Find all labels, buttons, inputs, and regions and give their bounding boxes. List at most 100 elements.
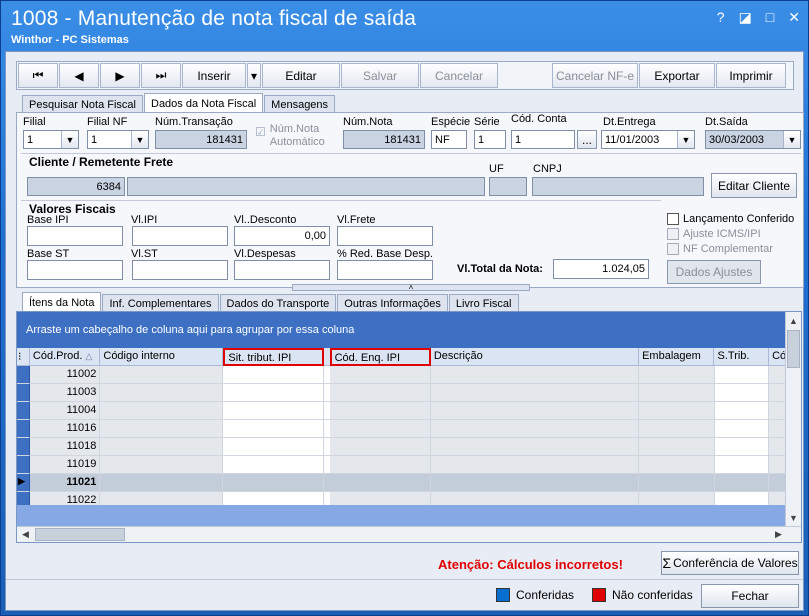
table-row[interactable]: 11016 xyxy=(17,420,787,438)
uf-field[interactable] xyxy=(489,177,527,196)
exportar-button[interactable]: Exportar xyxy=(639,63,715,88)
num-nota-auto-checkbox[interactable]: ☑ Núm.Nota Automático xyxy=(255,123,335,149)
row-indicator[interactable] xyxy=(17,456,30,474)
cell-cod-prod[interactable]: 11002 xyxy=(29,366,101,384)
tab-pesquisar[interactable]: Pesquisar Nota Fiscal xyxy=(22,95,143,113)
table-cell[interactable] xyxy=(223,402,324,420)
vl-frete-field[interactable] xyxy=(337,226,433,246)
tab-dados-nota[interactable]: Dados da Nota Fiscal xyxy=(144,93,264,113)
cod-conta-lookup-button[interactable]: ... xyxy=(577,130,597,149)
salvar-button[interactable]: Salvar xyxy=(341,63,419,88)
vl-st-field[interactable] xyxy=(132,260,228,280)
table-row[interactable]: ▶ 11021 xyxy=(17,474,787,492)
table-cell[interactable] xyxy=(223,438,324,456)
table-cell[interactable] xyxy=(100,384,224,402)
vertical-scrollbar[interactable]: ▲ ▼ xyxy=(785,312,801,528)
cell-cod-prod[interactable]: 11004 xyxy=(29,402,101,420)
row-indicator[interactable] xyxy=(17,402,30,420)
conferencia-valores-button[interactable]: Σ Conferência de Valores xyxy=(661,551,799,575)
cnpj-field[interactable] xyxy=(532,177,704,196)
table-cell[interactable] xyxy=(639,366,715,384)
base-st-field[interactable] xyxy=(27,260,123,280)
table-cell[interactable] xyxy=(329,438,431,456)
first-record-button[interactable]: ⏮ xyxy=(18,63,58,88)
table-cell[interactable] xyxy=(639,420,715,438)
cod-conta-field[interactable]: 1 xyxy=(511,130,575,149)
especie-field[interactable]: NF xyxy=(431,130,467,149)
tab-itens-nota[interactable]: Ítens da Nota xyxy=(22,292,102,312)
cliente-code-field[interactable]: 6384 xyxy=(27,177,125,196)
row-indicator[interactable] xyxy=(17,438,30,456)
table-cell[interactable] xyxy=(639,438,715,456)
row-indicator[interactable] xyxy=(17,384,30,402)
filial-combo[interactable]: 1 ▼ xyxy=(23,130,79,149)
row-indicator[interactable] xyxy=(17,366,30,384)
dados-ajustes-button[interactable]: Dados Ajustes xyxy=(667,260,761,284)
inserir-button[interactable]: Inserir xyxy=(182,63,246,88)
help-icon[interactable]: ? xyxy=(717,9,725,26)
table-row[interactable]: 11019 xyxy=(17,456,787,474)
maximize-icon[interactable]: □ xyxy=(766,9,774,26)
table-cell[interactable] xyxy=(714,438,770,456)
tab-inf-complementares[interactable]: Inf. Complementares xyxy=(102,294,219,312)
last-record-button[interactable]: ⏭ xyxy=(141,63,181,88)
nf-complementar-checkbox[interactable]: NF Complementar xyxy=(667,243,773,255)
table-cell[interactable] xyxy=(639,384,715,402)
row-indicator[interactable] xyxy=(17,420,30,438)
table-cell[interactable] xyxy=(329,456,431,474)
total-field[interactable]: 1.024,05 xyxy=(553,259,649,279)
splitter-handle[interactable]: ˄ xyxy=(292,284,530,292)
table-cell[interactable] xyxy=(714,456,770,474)
tab-mensagens[interactable]: Mensagens xyxy=(264,95,336,113)
cliente-name-field[interactable] xyxy=(127,177,485,196)
col-cod-prod[interactable]: Cód.Prod. △ xyxy=(29,348,101,366)
table-cell[interactable] xyxy=(714,366,770,384)
cell-cod-prod[interactable]: 11018 xyxy=(29,438,101,456)
vl-ipi-field[interactable] xyxy=(132,226,228,246)
vl-desconto-field[interactable]: 0,00 xyxy=(234,226,330,246)
table-cell[interactable] xyxy=(223,456,324,474)
cell-cod-prod[interactable]: 11016 xyxy=(29,420,101,438)
table-cell[interactable] xyxy=(329,474,431,492)
editar-cliente-button[interactable]: Editar Cliente xyxy=(711,173,797,198)
serie-field[interactable]: 1 xyxy=(474,130,506,149)
table-cell[interactable] xyxy=(430,474,640,492)
table-cell[interactable] xyxy=(100,474,224,492)
table-row[interactable]: 11018 xyxy=(17,438,787,456)
cell-cod-prod[interactable]: 11003 xyxy=(29,384,101,402)
table-cell[interactable] xyxy=(430,456,640,474)
scroll-right-icon[interactable]: ▶ xyxy=(771,527,786,542)
table-cell[interactable] xyxy=(430,402,640,420)
lancamento-checkbox[interactable]: Lançamento Conferido xyxy=(667,213,794,225)
table-cell[interactable] xyxy=(100,366,224,384)
cell-cod-prod[interactable]: 11019 xyxy=(29,456,101,474)
col-descricao[interactable]: Descrição xyxy=(430,348,640,366)
imprimir-button[interactable]: Imprimir xyxy=(716,63,786,88)
table-cell[interactable] xyxy=(430,420,640,438)
col-codigo-interno[interactable]: Código interno xyxy=(100,348,224,366)
table-cell[interactable] xyxy=(639,402,715,420)
col-embalagem[interactable]: Embalagem xyxy=(639,348,715,366)
table-cell[interactable] xyxy=(430,438,640,456)
table-cell[interactable] xyxy=(100,438,224,456)
col-cod-enq-ipi[interactable]: Cód. Enq. IPI xyxy=(329,348,431,366)
ajuste-checkbox[interactable]: Ajuste ICMS/IPI xyxy=(667,228,761,240)
cancelar-nfe-button[interactable]: Cancelar NF-e xyxy=(552,63,638,88)
filial-nf-combo[interactable]: 1 ▼ xyxy=(87,130,149,149)
close-icon[interactable]: ✕ xyxy=(788,9,800,26)
vertical-scroll-thumb[interactable] xyxy=(787,330,800,368)
horizontal-scrollbar[interactable]: ◀ ▶ xyxy=(17,526,801,542)
table-cell[interactable] xyxy=(714,420,770,438)
chevron-down-icon[interactable]: ▼ xyxy=(131,131,148,148)
table-cell[interactable] xyxy=(329,402,431,420)
num-transacao-field[interactable]: 181431 xyxy=(155,130,247,149)
fechar-button[interactable]: Fechar xyxy=(701,584,799,608)
vl-despesas-field[interactable] xyxy=(234,260,330,280)
scroll-down-icon[interactable]: ▼ xyxy=(786,510,801,525)
table-cell[interactable] xyxy=(430,384,640,402)
base-ipi-field[interactable] xyxy=(27,226,123,246)
tab-outras-informacoes[interactable]: Outras Informações xyxy=(337,294,448,312)
table-cell[interactable] xyxy=(223,474,324,492)
col-s-trib[interactable]: S.Trib. xyxy=(714,348,770,366)
red-base-field[interactable] xyxy=(337,260,433,280)
